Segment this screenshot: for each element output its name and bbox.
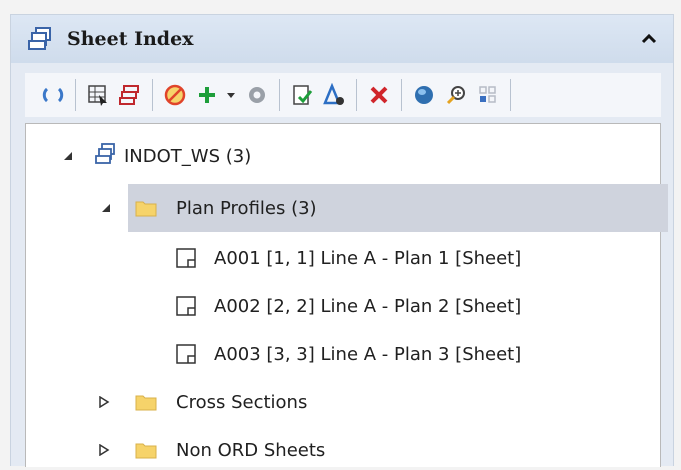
tree-folder-non-ord-sheets[interactable]: Non ORD Sheets <box>26 430 626 470</box>
toolbar-separator <box>152 79 153 111</box>
sheet-tree: INDOT_WS (3) Plan Profiles (3) A001 [1, … <box>25 123 668 470</box>
triangle-tool-icon[interactable] <box>320 81 348 109</box>
tree-sheet-label: A003 [3, 3] Line A - Plan 3 [Sheet] <box>214 343 522 365</box>
toolbar-separator <box>401 79 402 111</box>
sheet-document-icon <box>176 248 196 268</box>
collapse-arrow-icon[interactable] <box>62 150 74 162</box>
tree-sheet-row[interactable]: A001 [1, 1] Line A - Plan 1 [Sheet] <box>26 238 626 278</box>
tree-sheet-row[interactable]: A002 [2, 2] Line A - Plan 2 [Sheet] <box>26 286 626 326</box>
expand-arrow-icon[interactable] <box>98 396 110 408</box>
tree-root-label: INDOT_WS (3) <box>124 145 252 167</box>
tree-sheet-label: A001 [1, 1] Line A - Plan 1 [Sheet] <box>214 247 522 269</box>
collapse-arrow-icon[interactable] <box>100 202 112 214</box>
expand-arrow-icon[interactable] <box>98 444 110 456</box>
tree-root-row[interactable]: INDOT_WS (3) <box>26 136 626 176</box>
toolbar-separator <box>279 79 280 111</box>
sheet-index-panel: Sheet Index INDOT_WS (3) Plan Profiles (… <box>10 14 674 470</box>
settings-icon[interactable] <box>243 81 271 109</box>
multi-sheet-icon[interactable] <box>116 81 144 109</box>
sheet-document-icon <box>176 344 196 364</box>
toolbar-separator <box>510 79 511 111</box>
zoom-icon[interactable] <box>442 81 470 109</box>
tree-sheet-row[interactable]: A003 [3, 3] Line A - Plan 3 [Sheet] <box>26 334 626 374</box>
delete-circle-icon[interactable] <box>161 81 189 109</box>
panel-title-bar: Sheet Index <box>11 15 673 63</box>
folder-icon <box>135 201 157 217</box>
globe-icon[interactable] <box>410 81 438 109</box>
tree-folder-label: Non ORD Sheets <box>176 439 326 461</box>
add-icon[interactable] <box>193 81 221 109</box>
folder-icon <box>135 395 157 411</box>
tree-folder-label: Cross Sections <box>176 391 308 413</box>
sheet-grid-icon[interactable] <box>84 81 112 109</box>
refresh-icon[interactable] <box>39 81 67 109</box>
toolbar-separator <box>75 79 76 111</box>
tree-folder-plan-profiles[interactable]: Plan Profiles (3) <box>26 188 626 228</box>
sheet-index-icon <box>95 143 115 164</box>
tree-folder-cross-sections[interactable]: Cross Sections <box>26 382 626 422</box>
panel-title: Sheet Index <box>67 28 194 50</box>
sheet-document-icon <box>176 296 196 316</box>
grid-icon[interactable] <box>474 81 502 109</box>
close-icon[interactable] <box>365 81 393 109</box>
collapse-panel-icon[interactable] <box>637 27 661 51</box>
add-dropdown-icon[interactable] <box>225 81 237 109</box>
toolbar-separator <box>356 79 357 111</box>
toolbar <box>25 73 661 117</box>
tree-sheet-label: A002 [2, 2] Line A - Plan 2 [Sheet] <box>214 295 522 317</box>
document-check-icon[interactable] <box>288 81 316 109</box>
tree-folder-label: Plan Profiles (3) <box>176 197 317 219</box>
folder-icon <box>135 443 157 459</box>
sheet-index-icon <box>28 27 51 50</box>
